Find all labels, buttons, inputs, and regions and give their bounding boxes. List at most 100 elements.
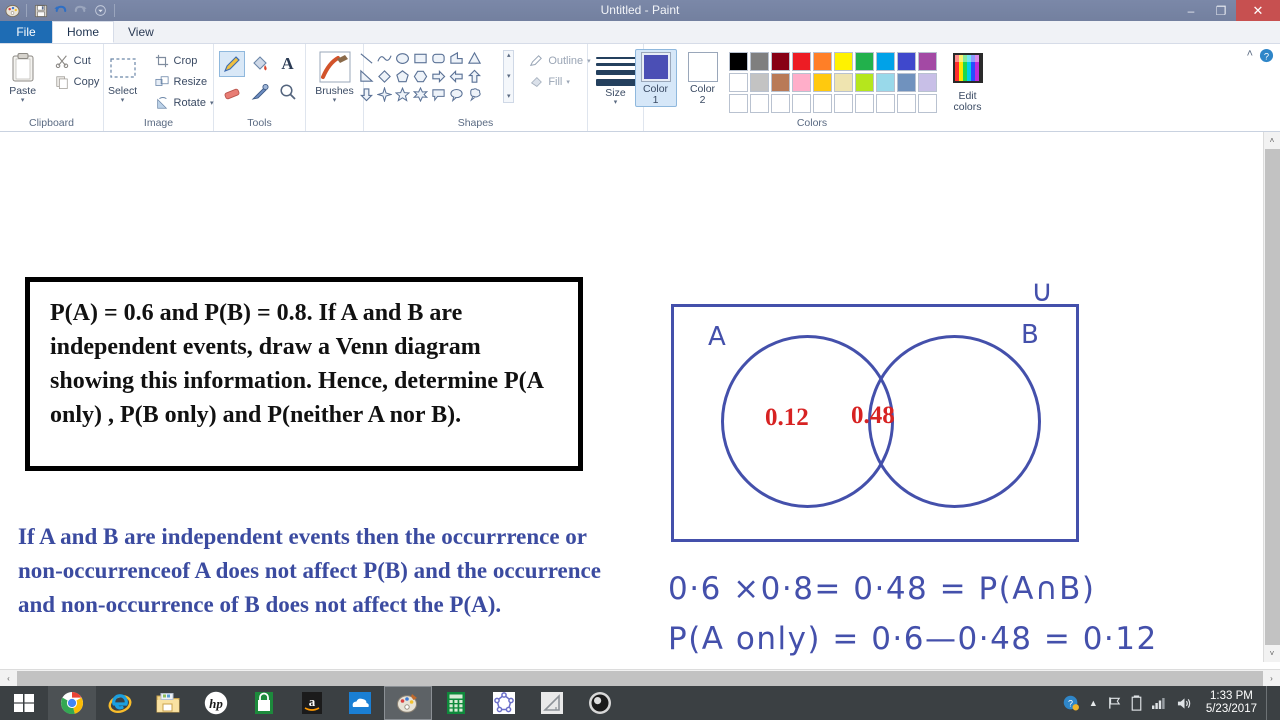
taskbar-item-google-chrome[interactable] xyxy=(48,686,96,720)
tab-view[interactable]: View xyxy=(114,21,168,43)
palette-swatch-2-2[interactable] xyxy=(749,73,769,92)
horizontal-scroll-thumb[interactable] xyxy=(17,670,1263,686)
shape-hexagon-icon[interactable] xyxy=(412,68,429,85)
vertical-scrollbar[interactable]: ˄ ˅ xyxy=(1263,132,1280,662)
tab-home[interactable]: Home xyxy=(52,21,115,43)
palette-swatch-1-6[interactable] xyxy=(833,52,853,71)
shape-five-point-star-icon[interactable] xyxy=(394,86,411,103)
brushes-button[interactable]: Brushes ▾ xyxy=(311,47,359,104)
shapes-scroll-up-icon[interactable]: ▴ xyxy=(504,51,513,61)
size-button[interactable]: Size ▾ xyxy=(593,47,639,106)
taskbar-item-windows-store[interactable] xyxy=(240,686,288,720)
shape-rounded-rectangle-icon[interactable] xyxy=(430,50,447,67)
scroll-up-button[interactable]: ˄ xyxy=(1264,132,1280,149)
shape-left-arrow-icon[interactable] xyxy=(448,68,465,85)
shape-rectangle-icon[interactable] xyxy=(412,50,429,67)
palette-swatch-3-10[interactable] xyxy=(917,94,937,113)
palette-swatch-1-7[interactable] xyxy=(854,52,874,71)
cut-button[interactable]: Cut xyxy=(50,51,104,71)
help-icon[interactable]: ? xyxy=(1259,48,1274,68)
select-button[interactable]: Select ▾ xyxy=(100,47,146,104)
shape-four-point-star-icon[interactable] xyxy=(376,86,393,103)
shape-six-point-star-icon[interactable] xyxy=(412,86,429,103)
shape-polygon-icon[interactable] xyxy=(448,50,465,67)
scroll-left-button[interactable]: ‹ xyxy=(0,670,17,687)
shapes-scroll-down-icon[interactable]: ▾ xyxy=(504,72,513,82)
palette-swatch-3-3[interactable] xyxy=(770,94,790,113)
palette-swatch-1-2[interactable] xyxy=(749,52,769,71)
palette-swatch-2-9[interactable] xyxy=(896,73,916,92)
text-tool-icon[interactable]: A xyxy=(275,51,301,77)
vertical-scroll-thumb[interactable] xyxy=(1264,149,1280,645)
shape-pentagon-icon[interactable] xyxy=(394,68,411,85)
palette-swatch-1-9[interactable] xyxy=(896,52,916,71)
crop-button[interactable]: Crop xyxy=(150,51,218,71)
palette-swatch-1-3[interactable] xyxy=(770,52,790,71)
scroll-down-button[interactable]: ˅ xyxy=(1264,645,1280,662)
start-button[interactable] xyxy=(0,686,48,720)
horizontal-scrollbar[interactable]: ‹ › xyxy=(0,669,1280,686)
fill-button[interactable]: Fill ▾ xyxy=(524,72,594,92)
taskbar-item-calculator[interactable] xyxy=(432,686,480,720)
battery-icon[interactable] xyxy=(1131,695,1142,711)
edit-colors-button[interactable]: Edit colors xyxy=(944,49,990,113)
taskbar-item-amazon[interactable]: a xyxy=(288,686,336,720)
shape-curve-icon[interactable] xyxy=(376,50,393,67)
palette-swatch-3-9[interactable] xyxy=(896,94,916,113)
taskbar-item-geogebra[interactable] xyxy=(480,686,528,720)
palette-swatch-2-8[interactable] xyxy=(875,73,895,92)
paste-caret-icon[interactable]: ▾ xyxy=(21,97,25,104)
color-1-button[interactable]: Color 1 xyxy=(634,49,677,107)
brushes-caret-icon[interactable]: ▾ xyxy=(333,97,337,104)
close-button[interactable]: ✕ xyxy=(1236,0,1280,21)
drawing-canvas[interactable]: P(A) = 0.6 and P(B) = 0.8. If A and B ar… xyxy=(0,132,1280,662)
customize-qat-icon[interactable] xyxy=(92,2,109,19)
tab-file[interactable]: File xyxy=(0,21,52,43)
palette-swatch-1-8[interactable] xyxy=(875,52,895,71)
palette-swatch-3-4[interactable] xyxy=(791,94,811,113)
palette-swatch-1-10[interactable] xyxy=(917,52,937,71)
color-2-button[interactable]: Color 2 xyxy=(683,49,723,106)
shape-cloud-callout-icon[interactable] xyxy=(466,86,483,103)
taskbar-item-internet-explorer[interactable] xyxy=(96,686,144,720)
palette-swatch-2-10[interactable] xyxy=(917,73,937,92)
shape-rounded-callout-icon[interactable] xyxy=(430,86,447,103)
palette-swatch-3-7[interactable] xyxy=(854,94,874,113)
palette-swatch-1-1[interactable] xyxy=(728,52,748,71)
fill-bucket-tool-icon[interactable] xyxy=(247,51,273,77)
select-caret-icon[interactable]: ▾ xyxy=(121,97,125,104)
shape-right-arrow-icon[interactable] xyxy=(430,68,447,85)
shape-oval-icon[interactable] xyxy=(394,50,411,67)
magnifier-tool-icon[interactable] xyxy=(275,79,301,105)
flag-icon[interactable] xyxy=(1107,696,1122,710)
palette-swatch-2-4[interactable] xyxy=(791,73,811,92)
palette-swatch-2-7[interactable] xyxy=(854,73,874,92)
shape-diamond-icon[interactable] xyxy=(376,68,393,85)
paste-button[interactable]: Paste ▾ xyxy=(0,47,46,104)
volume-icon[interactable] xyxy=(1176,696,1193,711)
palette-swatch-2-3[interactable] xyxy=(770,73,790,92)
shape-line-icon[interactable] xyxy=(358,50,375,67)
palette-swatch-2-6[interactable] xyxy=(833,73,853,92)
palette-swatch-3-1[interactable] xyxy=(728,94,748,113)
size-caret-icon[interactable]: ▾ xyxy=(614,99,618,106)
network-icon[interactable] xyxy=(1151,696,1167,710)
palette-swatch-3-2[interactable] xyxy=(749,94,769,113)
minimize-button[interactable]: – xyxy=(1176,0,1206,21)
redo-icon[interactable] xyxy=(72,2,89,19)
show-hidden-icons-icon[interactable]: ▲ xyxy=(1089,698,1098,708)
color-picker-tool-icon[interactable] xyxy=(247,79,273,105)
taskbar-item-file-explorer[interactable] xyxy=(144,686,192,720)
outline-button[interactable]: Outline ▾ xyxy=(524,51,594,71)
copy-button[interactable]: Copy xyxy=(50,72,104,92)
shape-up-arrow-icon[interactable] xyxy=(466,68,483,85)
eraser-tool-icon[interactable] xyxy=(219,79,245,105)
shape-triangle-icon[interactable] xyxy=(466,50,483,67)
color-palette[interactable] xyxy=(728,49,938,114)
palette-swatch-1-4[interactable] xyxy=(791,52,811,71)
palette-swatch-2-5[interactable] xyxy=(812,73,832,92)
rotate-button[interactable]: Rotate ▾ xyxy=(150,93,218,113)
paint-logo-icon[interactable] xyxy=(4,2,21,19)
shape-down-arrow-icon[interactable] xyxy=(358,86,375,103)
rotate-caret-icon[interactable]: ▾ xyxy=(210,100,214,107)
